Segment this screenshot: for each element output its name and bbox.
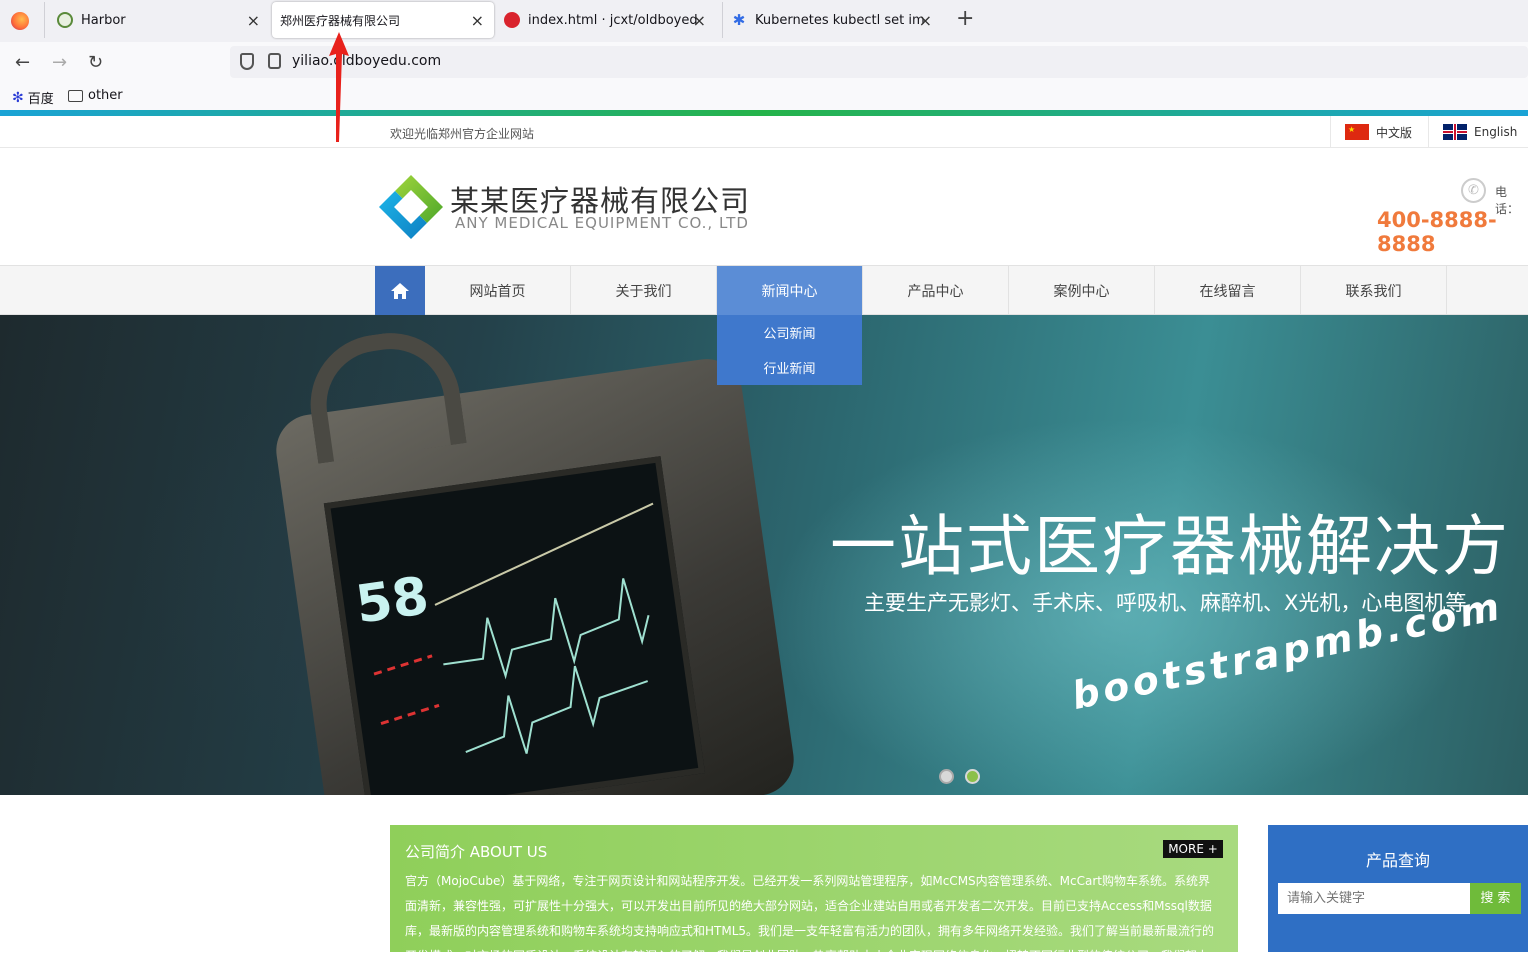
company-logo-icon[interactable] bbox=[377, 173, 445, 241]
uk-flag-icon bbox=[1443, 124, 1467, 140]
search-input[interactable] bbox=[1278, 883, 1470, 914]
tab-index-html[interactable]: index.html · jcxt/oldboyedu-l × bbox=[498, 2, 718, 38]
close-icon[interactable]: × bbox=[693, 11, 706, 30]
tab-kubernetes[interactable]: ✱ Kubernetes kubectl set image × bbox=[722, 2, 944, 38]
back-icon[interactable]: ← bbox=[15, 52, 30, 73]
nav-contact[interactable]: 联系我们 bbox=[1301, 266, 1447, 315]
main-nav: 网站首页 关于我们 新闻中心 产品中心 案例中心 在线留言 联系我们 bbox=[0, 265, 1528, 315]
new-tab-button[interactable]: + bbox=[956, 6, 974, 31]
forward-icon[interactable]: → bbox=[52, 52, 67, 73]
insecure-lock-icon[interactable] bbox=[268, 53, 281, 69]
url-bar[interactable]: yiliao.oldboyedu.com bbox=[230, 46, 1528, 78]
nav-message[interactable]: 在线留言 bbox=[1155, 266, 1301, 315]
home-button[interactable] bbox=[375, 266, 425, 315]
dropdown-industry-news[interactable]: 行业新闻 bbox=[717, 350, 862, 385]
bookmark-label: other bbox=[88, 88, 123, 103]
nav-news[interactable]: 新闻中心 bbox=[717, 266, 863, 315]
tab-title: 郑州医疗器械有限公司 bbox=[280, 13, 401, 28]
more-button[interactable]: MORE + bbox=[1163, 840, 1223, 858]
nav-cases[interactable]: 案例中心 bbox=[1009, 266, 1155, 315]
monitor-reading: 58 bbox=[352, 566, 433, 636]
close-icon[interactable]: × bbox=[247, 11, 260, 30]
news-dropdown: 公司新闻 行业新闻 bbox=[717, 315, 862, 385]
baidu-paw-icon: ✻ bbox=[12, 89, 24, 106]
search-button[interactable]: 搜 索 bbox=[1470, 883, 1521, 914]
tab-title: Harbor bbox=[81, 12, 126, 28]
lang-label: English bbox=[1474, 125, 1518, 139]
close-icon[interactable]: × bbox=[919, 11, 932, 30]
url-text[interactable]: yiliao.oldboyedu.com bbox=[292, 53, 441, 69]
gitea-icon bbox=[504, 12, 520, 28]
bookmarks-toolbar: ✻ 百度 other bbox=[0, 82, 1528, 110]
search-title: 产品查询 bbox=[1365, 851, 1430, 870]
lang-english[interactable]: English bbox=[1428, 116, 1528, 148]
reload-icon[interactable]: ↻ bbox=[88, 52, 103, 73]
site-top-bar: 欢迎光临郑州官方企业网站 ★ 中文版 English bbox=[0, 116, 1528, 148]
lang-label: 中文版 bbox=[1376, 125, 1413, 140]
about-section: 公司简介 ABOUT US MORE + 官方（MojoCube）基于网络，专注… bbox=[390, 825, 1238, 963]
home-icon bbox=[391, 282, 409, 299]
about-text: 官方（MojoCube）基于网络，专注于网页设计和网站程序开发。已经开发一系列网… bbox=[405, 874, 1215, 963]
slide-dot-2[interactable] bbox=[965, 769, 980, 784]
shield-icon bbox=[240, 53, 254, 70]
tab-harbor[interactable]: Harbor × bbox=[44, 2, 270, 38]
tab-company-site[interactable]: 郑州医疗器械有限公司 × bbox=[272, 2, 494, 38]
folder-icon bbox=[68, 89, 83, 102]
bookmark-folder-other[interactable]: other bbox=[68, 88, 123, 103]
phone-number: 400-8888-8888 bbox=[1377, 208, 1497, 256]
banner-headline: 一站式医疗器械解决方 bbox=[830, 508, 1510, 585]
product-search-panel: 产品查询 搜 索 bbox=[1268, 825, 1528, 952]
site-header: 某某医疗器械有限公司 ANY MEDICAL EQUIPMENT CO., LT… bbox=[0, 148, 1528, 265]
about-title: 公司简介 ABOUT US bbox=[405, 843, 548, 861]
nav-home[interactable]: 网站首页 bbox=[425, 266, 571, 315]
browser-nav-bar: ← → ↻ yiliao.oldboyedu.com bbox=[0, 42, 1528, 82]
phone-icon: ✆ bbox=[1461, 178, 1486, 203]
tab-title: index.html · jcxt/oldboyedu-l bbox=[528, 12, 698, 28]
firefox-menu-icon[interactable] bbox=[11, 12, 29, 30]
browser-tab-bar: Harbor × 郑州医疗器械有限公司 × index.html · jcxt/… bbox=[0, 0, 1528, 42]
kubernetes-icon: ✱ bbox=[732, 11, 746, 29]
annotation-arrow bbox=[329, 32, 349, 142]
harbor-icon bbox=[57, 12, 73, 28]
bookmark-baidu[interactable]: ✻ 百度 bbox=[12, 88, 54, 108]
bookmark-label: 百度 bbox=[27, 92, 54, 107]
close-icon[interactable]: × bbox=[471, 11, 484, 30]
tab-title: Kubernetes kubectl set image bbox=[755, 12, 925, 28]
hero-banner: 58 一站式医疗器械解决方 主要生产无影灯、手术床、呼吸机、麻醉机、X光机，心电… bbox=[0, 315, 1528, 795]
nav-about[interactable]: 关于我们 bbox=[571, 266, 717, 315]
lang-chinese[interactable]: ★ 中文版 bbox=[1330, 116, 1428, 148]
slide-dot-1[interactable] bbox=[939, 769, 954, 784]
welcome-text: 欢迎光临郑州官方企业网站 bbox=[390, 127, 535, 141]
company-name-en: ANY MEDICAL EQUIPMENT CO., LTD bbox=[455, 214, 749, 232]
monitor-image: 58 bbox=[271, 324, 799, 795]
nav-products[interactable]: 产品中心 bbox=[863, 266, 1009, 315]
china-flag-icon: ★ bbox=[1345, 124, 1369, 140]
dropdown-company-news[interactable]: 公司新闻 bbox=[717, 315, 862, 350]
